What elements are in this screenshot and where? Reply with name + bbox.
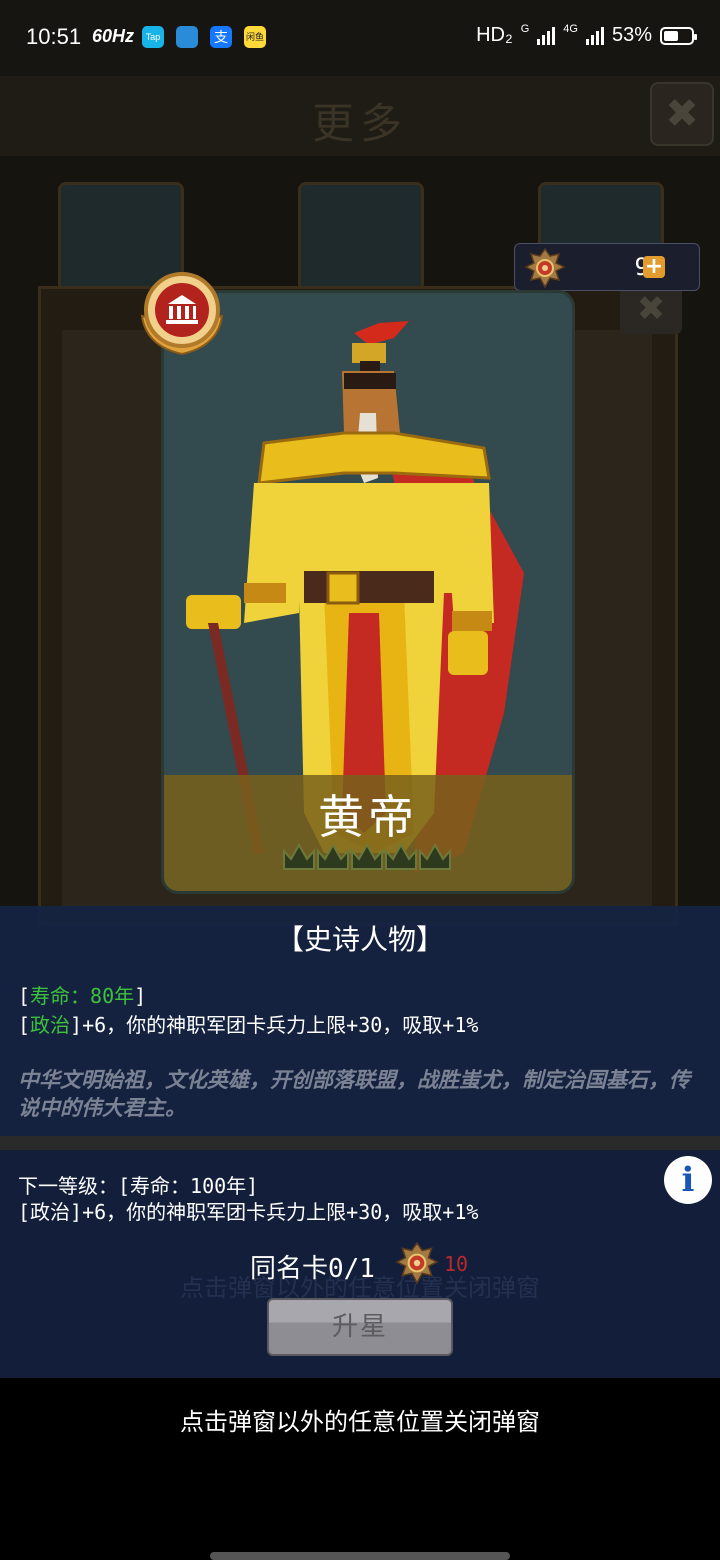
upgrade-star-button[interactable]: 升星 (267, 1298, 453, 1356)
signal-bars-2-icon (585, 26, 604, 45)
next-level-line-2: [政治]+6，你的神职军团卡兵力上限+30，吸取+1% (18, 1200, 479, 1224)
home-indicator[interactable] (210, 1552, 510, 1560)
next-level-line-1: 下一等级：[寿命：100年] (18, 1174, 259, 1198)
eagle-emblem-icon (395, 1241, 439, 1285)
info-icon: i (681, 1160, 695, 1200)
bracket-close: ] (134, 984, 147, 1008)
add-currency-icon[interactable]: + (643, 256, 665, 278)
currency-counter[interactable]: 9 + (514, 243, 700, 291)
character-card: 黄帝 (164, 293, 572, 891)
lifespan-line: [寿命：80年] (18, 980, 146, 1009)
background-close-icon[interactable]: ✖ (650, 82, 714, 146)
panel-divider (0, 1136, 720, 1150)
battery-percent: 53% (611, 24, 652, 46)
star-crown-icon (283, 842, 315, 870)
signal-label-1: G (520, 22, 530, 35)
clock: 10:51 (26, 24, 82, 49)
tap-app-icon: Tap (142, 26, 164, 48)
character-description: 中华文明始祖，文化英雄，开创部落联盟，战胜蚩尤，制定治国基石，传说中的伟大君主。 (18, 1068, 690, 1120)
star-crown-icon (419, 842, 451, 870)
rarity-label: 【史诗人物】 (275, 923, 444, 956)
background-tab-2[interactable] (298, 182, 424, 292)
background-title: 更多 (311, 99, 408, 148)
bracket-open: [ (18, 984, 31, 1008)
close-popup-hint: 点击弹窗以外的任意位置关闭弹窗 (180, 1408, 540, 1436)
character-name: 黄帝 (318, 790, 418, 844)
politics-label: 政治 (30, 1013, 71, 1037)
politics-line: [政治]+6，你的神职军团卡兵力上限+30，吸取+1% (18, 1009, 478, 1038)
eagle-emblem-icon (524, 247, 566, 289)
info-button[interactable]: i (664, 1156, 712, 1204)
duplicate-card-count: 同名卡0/1 (250, 1254, 375, 1284)
browser-app-icon (176, 26, 198, 48)
star-crown-icon (385, 842, 417, 870)
status-bar: 10:51 60Hz Tap 支 闲鱼 HD₂ G 4G 53% (0, 0, 720, 76)
alipay-app-icon: 支 (210, 26, 232, 48)
xianyu-app-icon: 闲鱼 (244, 26, 266, 48)
battery-icon (660, 26, 697, 45)
upgrade-cost: 10 (444, 1252, 469, 1276)
lifespan-value: 寿命：80年 (30, 984, 135, 1008)
star-crown-icon (351, 842, 383, 870)
background-close-icon-2[interactable]: ✖ (620, 284, 682, 334)
museum-laurel-badge-icon (140, 272, 224, 356)
signal-bars-1-icon (537, 26, 556, 45)
refresh-rate: 60Hz (92, 26, 135, 46)
star-crown-icon (317, 842, 349, 870)
status-right: HD₂ G 4G 53% (476, 22, 697, 47)
bracket-open: [ (18, 1013, 31, 1037)
politics-effect: ]+6，你的神职军团卡兵力上限+30，吸取+1% (70, 1013, 479, 1037)
star-crowns (283, 842, 451, 870)
hd-indicator: HD₂ (476, 24, 513, 46)
signal-label-2: 4G (563, 22, 578, 35)
